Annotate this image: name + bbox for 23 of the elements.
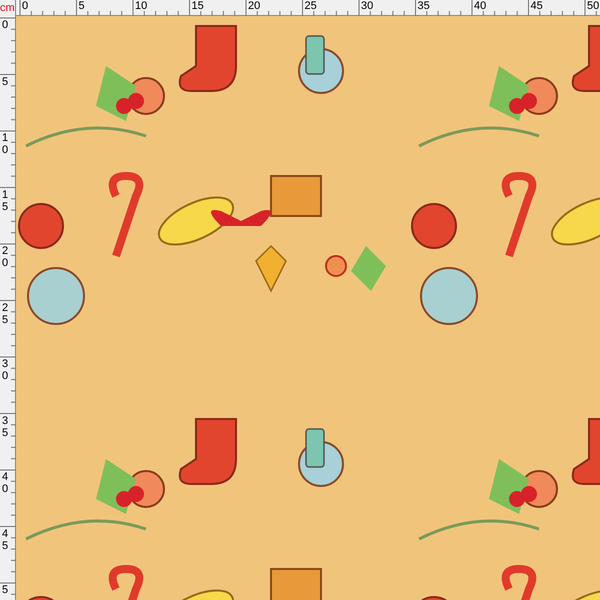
- ruler-label: 50: [587, 0, 600, 12]
- ruler-label: 5: [1, 584, 10, 598]
- ruler-label: 20: [1, 245, 10, 272]
- ruler-label: 45: [530, 0, 544, 12]
- ruler-label: 15: [1, 188, 10, 215]
- ruler-label: 40: [474, 0, 488, 12]
- ruler-label: 10: [1, 132, 10, 158]
- ruler-label: 30: [361, 0, 374, 12]
- ruler-label: 15: [192, 0, 205, 12]
- ruler-label: 0: [22, 0, 30, 12]
- ruler-label: 45: [1, 528, 10, 554]
- ruler-label: 20: [248, 0, 262, 12]
- ruler-label: 25: [304, 0, 318, 12]
- ruler-label: 35: [418, 0, 431, 12]
- ruler-label: 10: [135, 0, 148, 12]
- ruler-label: 35: [1, 414, 10, 441]
- ruler-label: 5: [78, 0, 86, 12]
- ruler-label: 0: [1, 19, 10, 33]
- ruler-label: 5: [1, 76, 10, 90]
- ruler-unit-label: cm: [0, 0, 16, 16]
- ruler-label: 30: [1, 358, 10, 384]
- ruler-label: 40: [1, 471, 10, 498]
- ruler-label: 25: [1, 302, 10, 328]
